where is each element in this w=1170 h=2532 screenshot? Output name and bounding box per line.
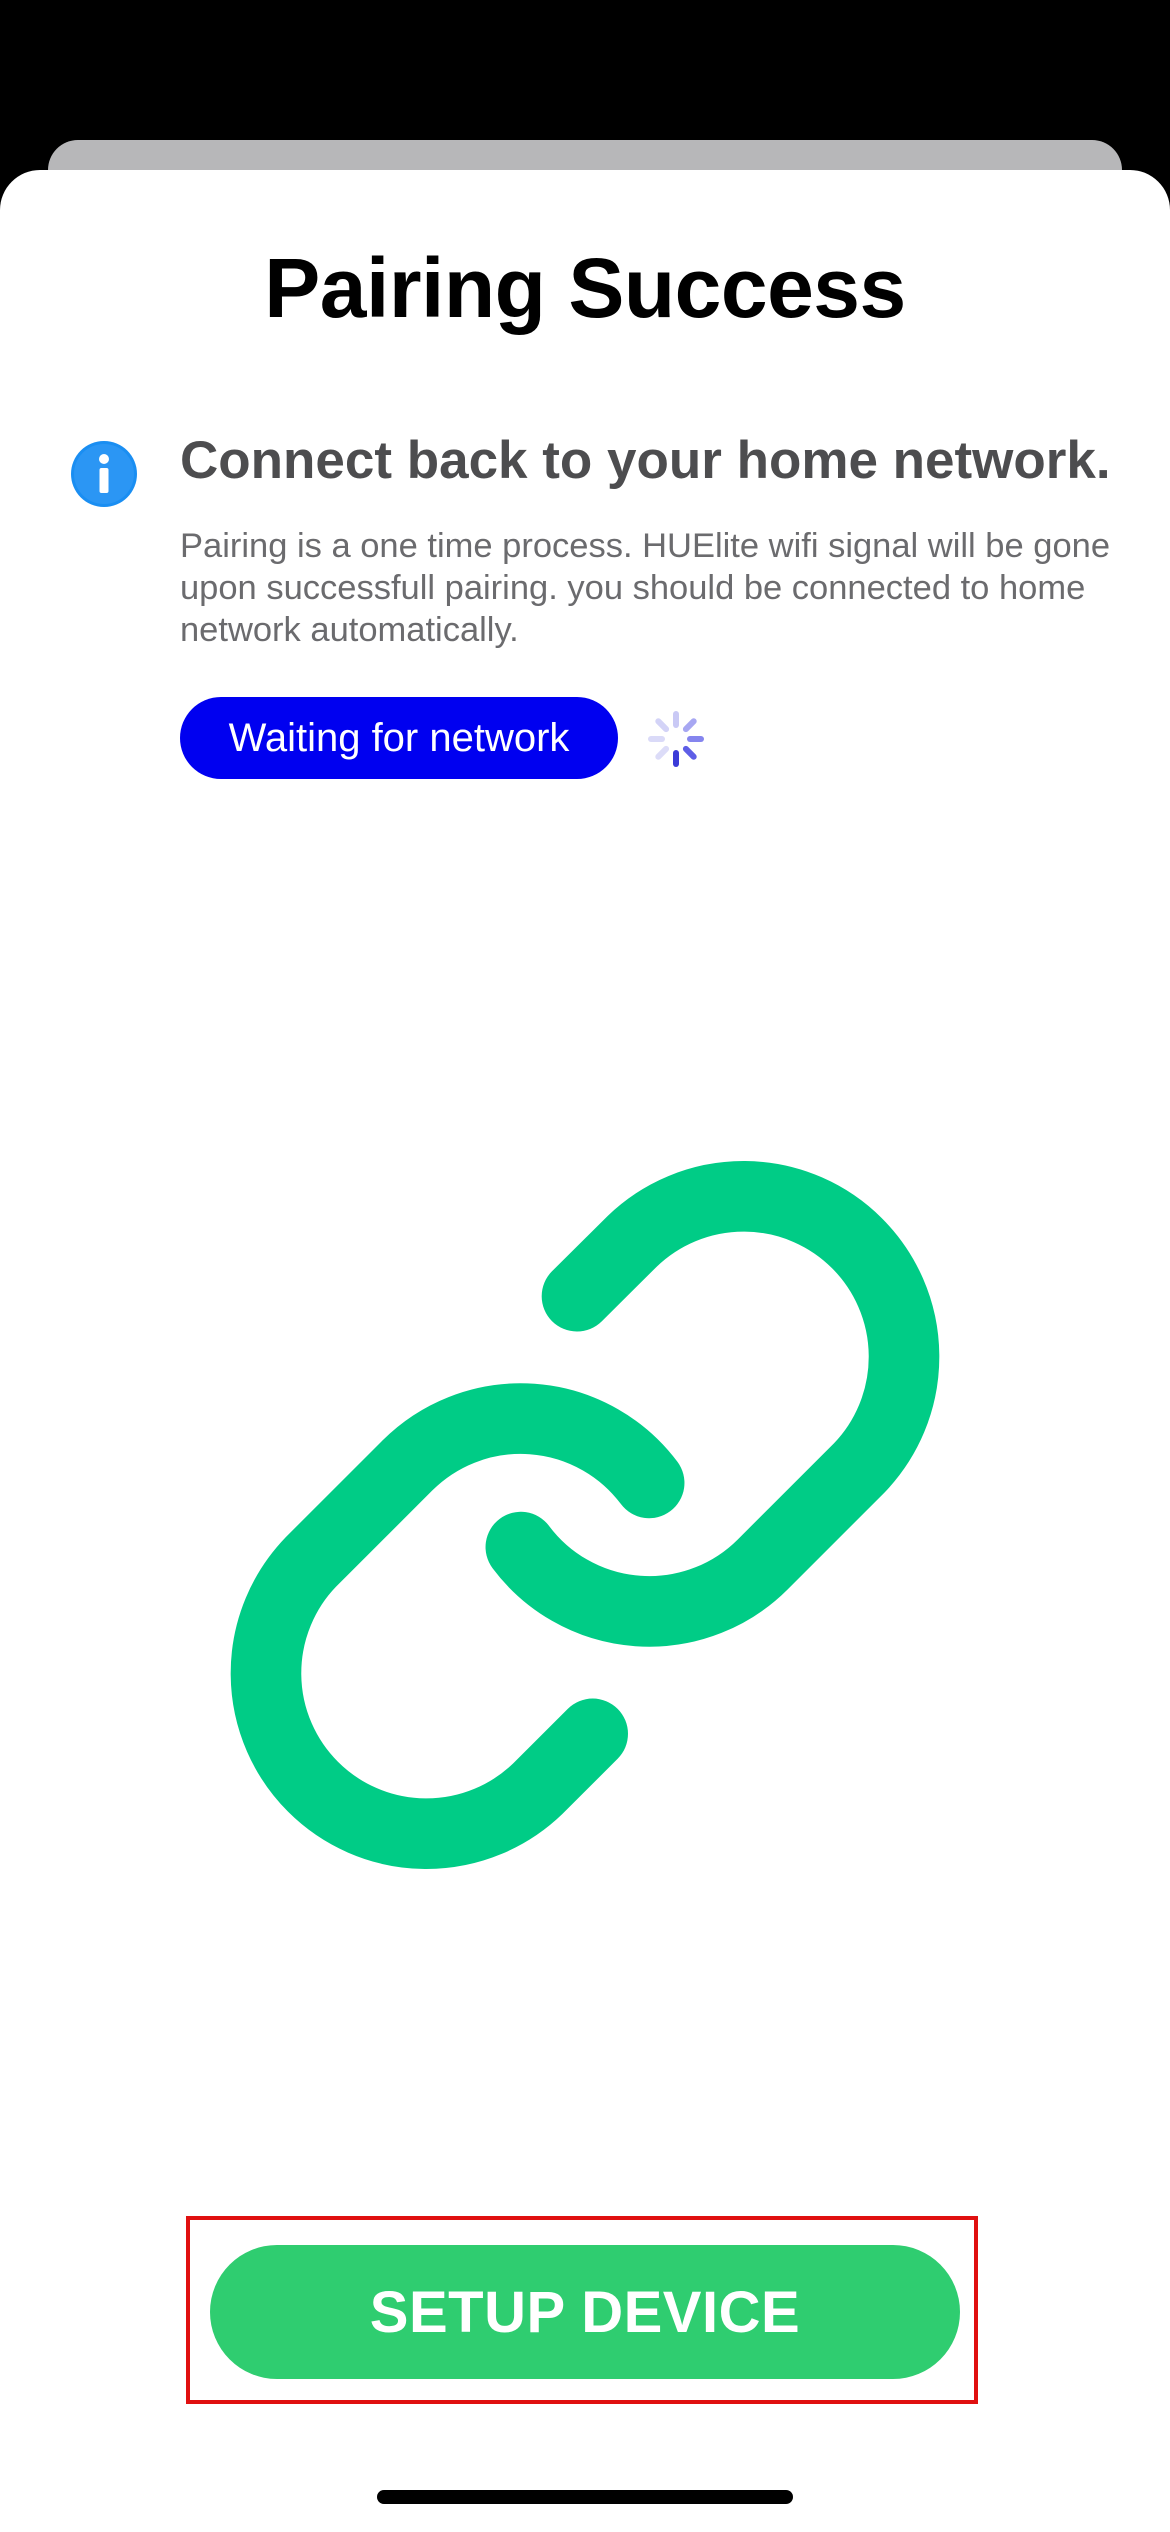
setup-device-button[interactable]: SETUP DEVICE xyxy=(210,2245,960,2379)
info-description: Pairing is a one time process. HUElite w… xyxy=(180,527,1111,649)
home-indicator[interactable] xyxy=(377,2490,793,2504)
link-icon xyxy=(230,1161,940,1869)
info-heading: Connect back to your home network. xyxy=(180,431,1111,490)
loading-spinner-icon xyxy=(648,711,704,767)
network-status-badge: Waiting for network xyxy=(180,697,618,779)
screen: Pairing Success Connect back to your hom… xyxy=(0,0,1170,2532)
info-icon xyxy=(71,441,137,507)
page-title: Pairing Success xyxy=(264,241,906,335)
